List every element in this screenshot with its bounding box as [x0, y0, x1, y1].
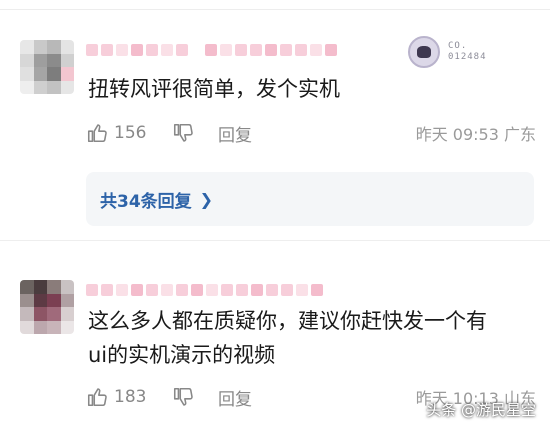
comment-actions: 156 回复 昨天 09:53 广东 — [86, 118, 536, 148]
like-count: 156 — [114, 123, 147, 143]
comment-text-line2: ui的实机演示的视频 — [88, 343, 276, 367]
chevron-right-icon: ❯ — [199, 189, 214, 209]
like-count: 183 — [114, 387, 147, 407]
thumbs-up-icon — [87, 388, 107, 407]
view-replies-button[interactable]: 共34条回复 ❯ — [86, 172, 534, 226]
thumbs-down-icon — [173, 123, 193, 142]
username-redacted[interactable] — [86, 40, 337, 64]
comment-text-line1: 这么多人都在质疑你，建议你赶快发一个有 — [88, 309, 487, 333]
reply-button[interactable]: 回复 — [218, 121, 252, 146]
avatar[interactable] — [20, 40, 74, 94]
watermark: 头条 @游民星空 — [426, 401, 536, 419]
comment-text: 这么多人都在质疑你，建议你赶快发一个有 ui的实机演示的视频 — [88, 304, 533, 372]
user-badge: CO. 012484 — [408, 34, 528, 70]
dislike-button[interactable] — [172, 386, 218, 408]
thumbs-up-icon — [87, 124, 107, 143]
like-button[interactable]: 156 — [86, 122, 166, 144]
username-redacted[interactable] — [86, 280, 323, 304]
thumbs-down-icon — [173, 387, 193, 406]
badge-text-line2: 012484 — [448, 52, 487, 62]
top-divider — [0, 0, 550, 10]
like-button[interactable]: 183 — [86, 386, 166, 408]
avatar[interactable] — [20, 280, 74, 334]
reply-button[interactable]: 回复 — [218, 385, 252, 410]
comment-item: CO. 012484 扭转风评很简单，发个实机 156 回复 昨天 09:53 … — [0, 22, 550, 237]
badge-text-line1: CO. — [448, 41, 468, 51]
replies-count-label: 共34条回复 — [100, 191, 192, 212]
comment-divider — [0, 240, 550, 241]
badge-avatar-icon — [408, 36, 440, 68]
comment-text: 扭转风评很简单，发个实机 — [88, 77, 340, 101]
comment-timestamp-location: 昨天 09:53 广东 — [415, 125, 536, 144]
dislike-button[interactable] — [172, 122, 218, 144]
